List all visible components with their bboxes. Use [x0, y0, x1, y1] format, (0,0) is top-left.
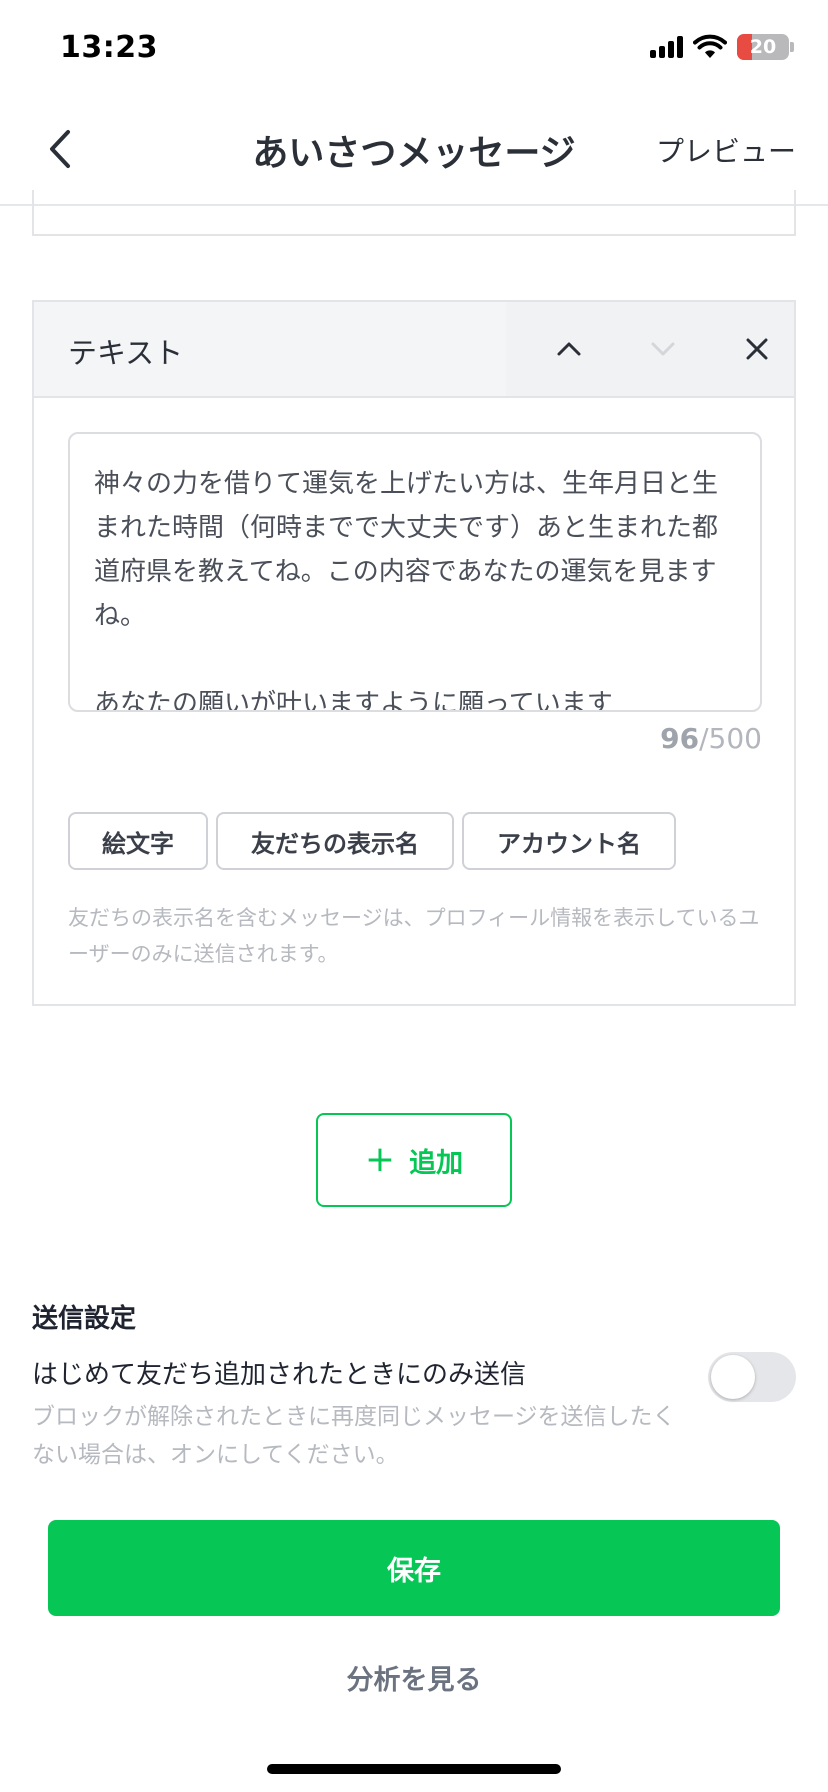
move-down-button[interactable]: [638, 324, 688, 374]
previous-block: [32, 190, 796, 236]
add-block-label: 追加: [409, 1147, 464, 1179]
wifi-icon: [693, 34, 727, 58]
status-bar: 13:23 20: [0, 0, 828, 100]
first-add-only-help: ブロックが解除されたときに再度同じメッセージを送信したくない場合は、オンにしてく…: [32, 1404, 676, 1468]
toggle-knob: [711, 1355, 755, 1399]
battery-level: 20: [749, 36, 777, 58]
char-limit: /500: [699, 722, 762, 755]
char-count: 96: [660, 722, 700, 755]
text-block-title: テキスト: [68, 336, 184, 370]
message-text: 神々の力を借りて運気を上げたい方は、生年月日と生まれた時間（何時までで大丈夫です…: [94, 469, 719, 712]
friend-name-chip[interactable]: 友だちの表示名: [216, 812, 454, 870]
chevron-up-icon: [557, 342, 581, 356]
first-add-only-label: はじめて友だち追加されたときにのみ送信: [32, 1360, 527, 1390]
plus-icon: +: [364, 1139, 396, 1180]
status-time: 13:23: [60, 30, 158, 65]
first-add-only-toggle[interactable]: [708, 1352, 796, 1402]
save-button[interactable]: 保存: [48, 1520, 780, 1616]
add-block-button[interactable]: + 追加: [316, 1113, 512, 1207]
text-block-header: テキスト: [34, 302, 794, 398]
view-analysis-link[interactable]: 分析を見る: [0, 1658, 828, 1697]
signal-icon: [650, 36, 683, 58]
preview-button[interactable]: プレビュー: [656, 130, 796, 170]
chevron-down-icon: [651, 342, 675, 356]
close-icon: [746, 338, 768, 360]
emoji-chip[interactable]: 絵文字: [68, 812, 208, 870]
message-textarea[interactable]: 神々の力を借りて運気を上げたい方は、生年月日と生まれた時間（何時までで大丈夫です…: [68, 432, 762, 712]
account-name-chip[interactable]: アカウント名: [462, 812, 676, 870]
text-block-card: テキスト 神々の力を借りて運気を上げたい方は、生年月日と生まれた時間（何時までで…: [32, 300, 796, 1006]
send-settings-title: 送信設定: [32, 1304, 137, 1334]
home-indicator: [267, 1764, 561, 1774]
move-up-button[interactable]: [544, 324, 594, 374]
battery-icon: 20: [737, 34, 794, 60]
friend-name-note: 友だちの表示名を含むメッセージは、プロフィール情報を表示しているユーザーのみに送…: [68, 906, 760, 966]
status-icons: 20: [650, 34, 794, 60]
delete-block-button[interactable]: [732, 324, 782, 374]
char-counter: 96/500: [660, 722, 762, 755]
